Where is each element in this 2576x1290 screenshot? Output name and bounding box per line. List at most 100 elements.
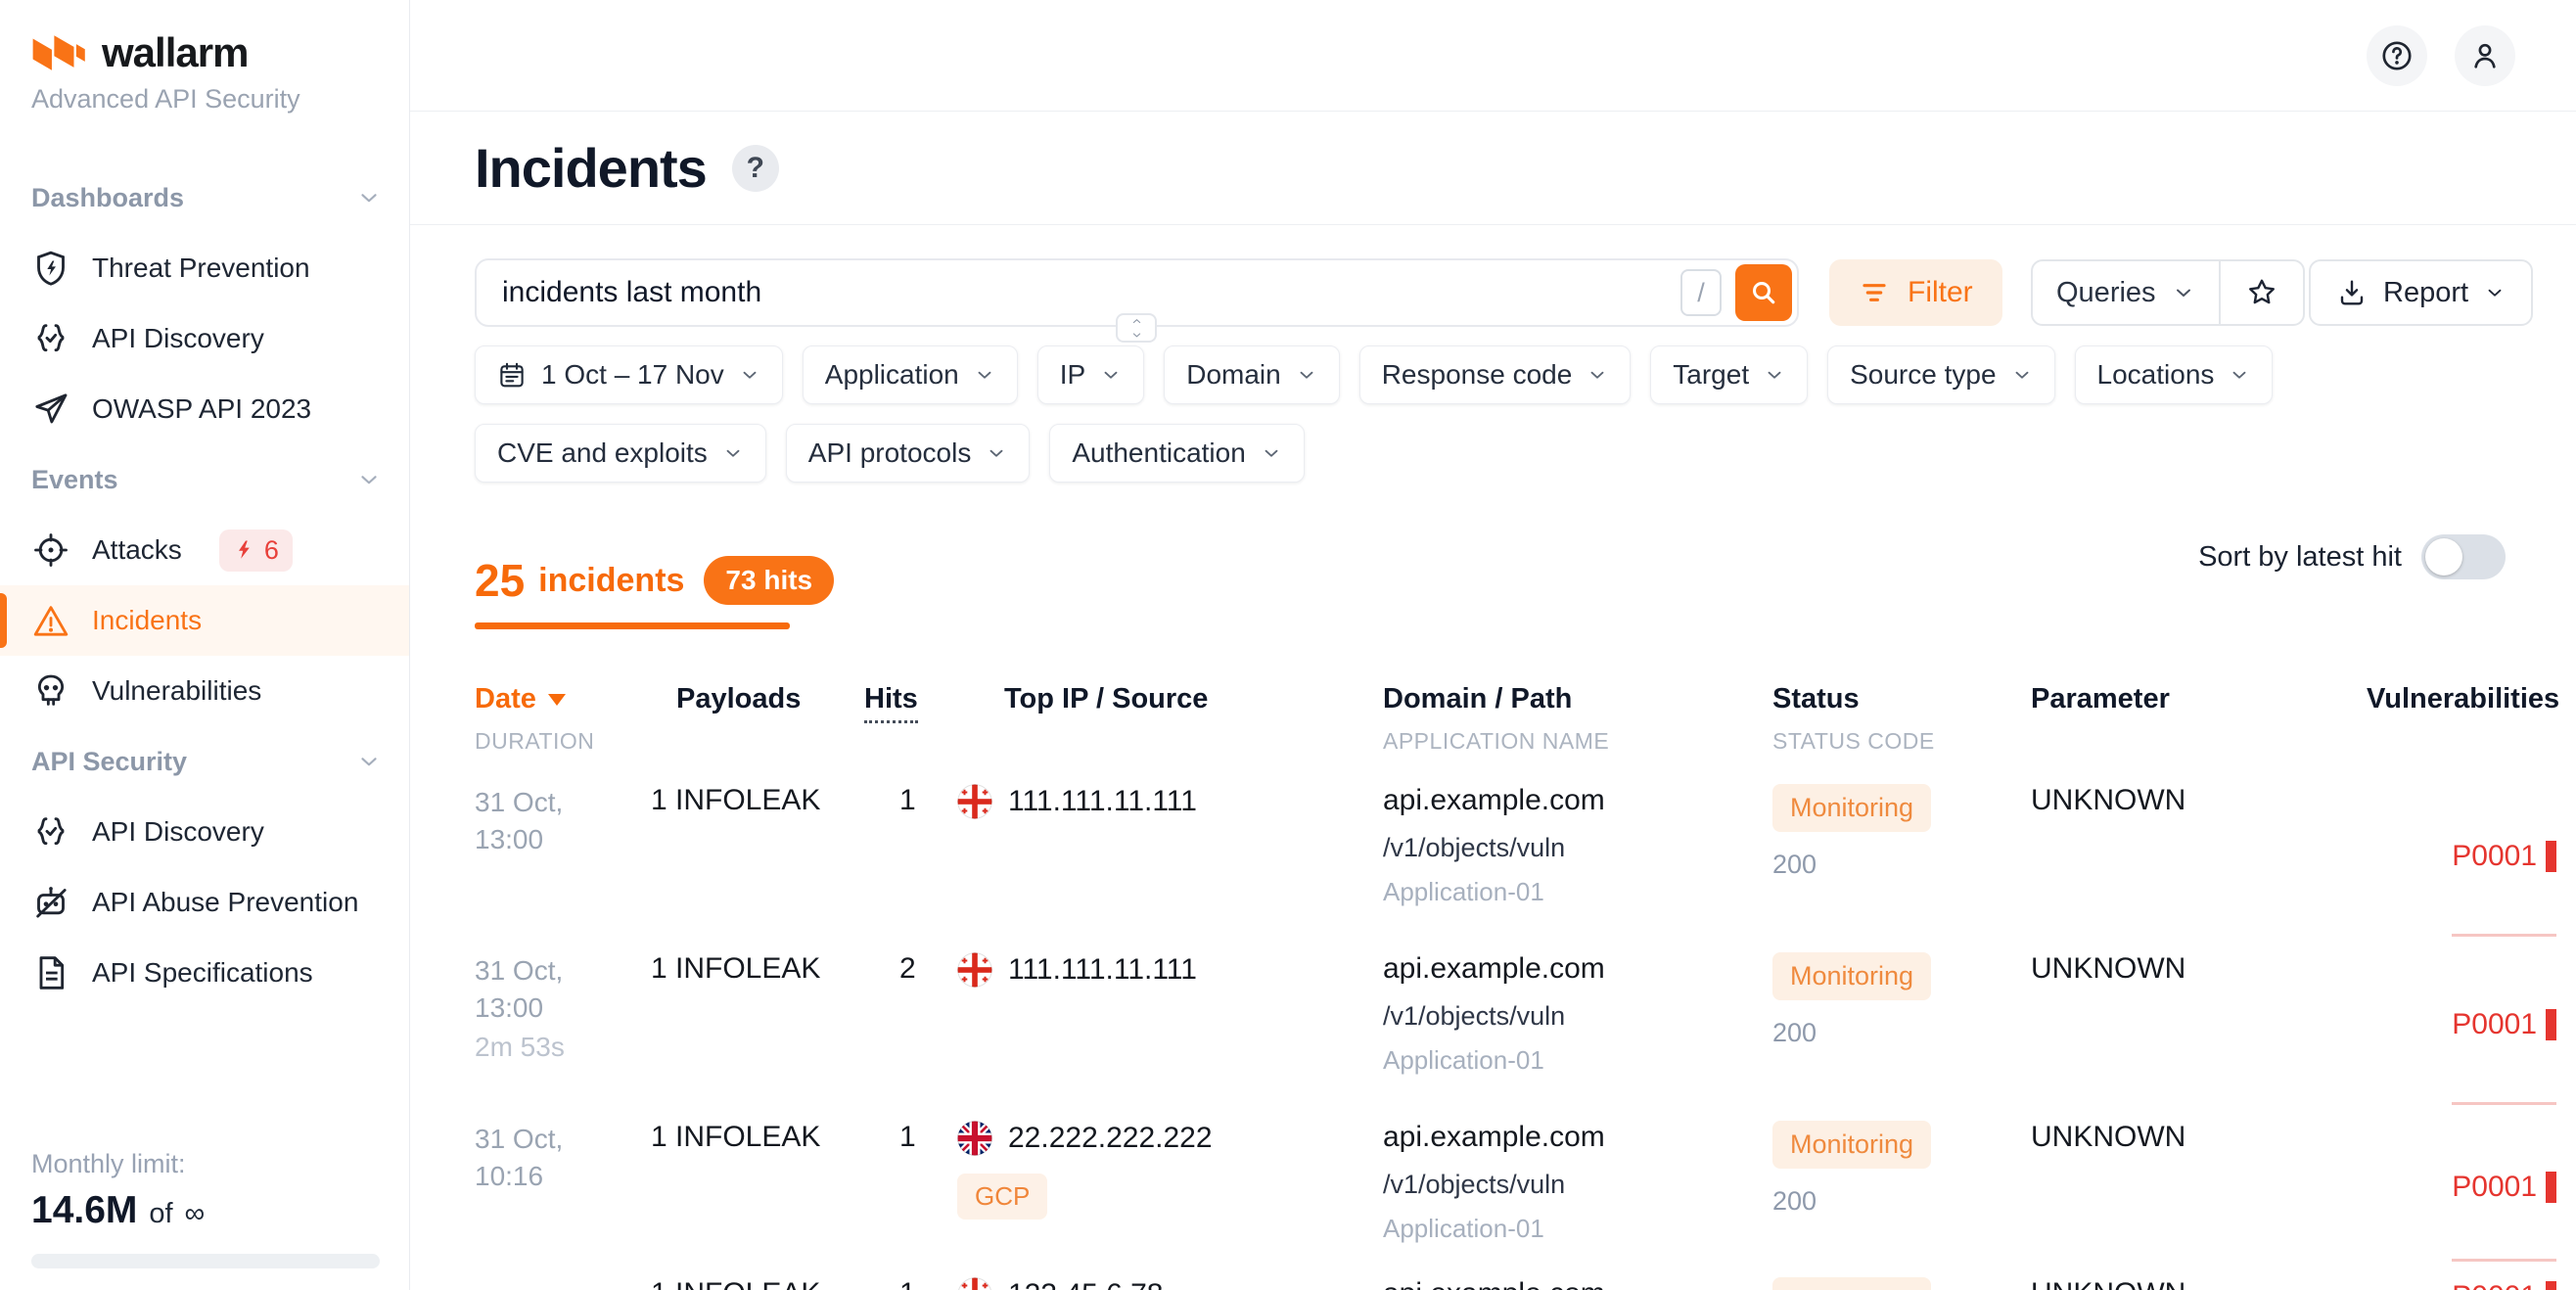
application-name: Application-01	[1383, 877, 1772, 907]
column-subheader-duration: DURATION	[475, 728, 651, 755]
uk-flag-icon	[957, 1121, 992, 1156]
column-header-status: Status	[1772, 683, 2031, 715]
help-button[interactable]	[2367, 25, 2427, 86]
vulnerability-link[interactable]: P0001	[2452, 784, 2556, 937]
status-badge: Monitoring	[1772, 1277, 1931, 1290]
filter-chip-label: Response code	[1382, 359, 1573, 391]
cell-top-ip: 22.222.222.222 GCP	[957, 1105, 1383, 1262]
chevron-down-icon	[1261, 442, 1282, 464]
bot-blocked-icon	[31, 883, 70, 922]
cell-vulnerabilities: P0001	[2367, 768, 2576, 937]
sort-desc-icon	[548, 694, 566, 706]
question-circle-icon	[2379, 38, 2415, 73]
filter-button[interactable]: Filter	[1829, 259, 2002, 326]
filter-chips-row-1: 1 Oct – 17 Nov Application IP Domain Res…	[475, 346, 2273, 404]
page-help-icon[interactable]: ?	[732, 145, 779, 192]
cell-parameter: UNKNOWN	[2031, 937, 2367, 1105]
sort-control: Sort by latest hit	[2198, 534, 2506, 579]
sidebar-item-api-discovery-2[interactable]: API Discovery	[0, 797, 409, 867]
filter-chip-cve-and-exploits[interactable]: CVE and exploits	[475, 424, 766, 483]
incident-count-label: incidents	[538, 562, 684, 600]
domain: api.example.com	[1383, 1121, 1772, 1154]
filter-chip-label: Domain	[1186, 359, 1280, 391]
time: 13:00	[475, 821, 651, 858]
queries-dropdown[interactable]: Queries	[2033, 261, 2219, 324]
filter-chip-ip[interactable]: IP	[1037, 346, 1144, 404]
chevron-down-icon	[1764, 364, 1785, 386]
section-header-api-security[interactable]: API Security	[0, 726, 409, 797]
cell-parameter: UNKNOWN	[2031, 1105, 2367, 1262]
filter-chip-label: Authentication	[1072, 438, 1245, 469]
filter-chip-locations[interactable]: Locations	[2075, 346, 2274, 404]
vulnerability-link[interactable]: P0001	[2452, 1121, 2556, 1262]
chevron-down-icon	[1129, 329, 1144, 342]
search-input[interactable]	[477, 276, 1680, 309]
chevron-down-icon	[2172, 281, 2195, 304]
filter-chip-authentication[interactable]: Authentication	[1049, 424, 1304, 483]
column-header-hits[interactable]: Hits	[864, 683, 957, 755]
results-summary-tab[interactable]: 25 incidents 73 hits	[475, 554, 834, 607]
status-code: 200	[1772, 1018, 2031, 1048]
sidebar-item-threat-prevention[interactable]: Threat Prevention	[0, 233, 409, 303]
filter-chip-api-protocols[interactable]: API protocols	[786, 424, 1031, 483]
sidebar-item-api-discovery[interactable]: API Discovery	[0, 303, 409, 374]
search-expand-handle[interactable]	[1116, 313, 1157, 343]
cell-hits: 1	[864, 1262, 957, 1290]
sidebar-item-label: API Specifications	[92, 957, 313, 989]
star-icon	[2245, 276, 2278, 309]
sidebar-item-api-abuse-prevention[interactable]: API Abuse Prevention	[0, 867, 409, 938]
status-badge: Monitoring	[1772, 1121, 1931, 1169]
paper-plane-icon	[31, 390, 70, 429]
sidebar-item-attacks[interactable]: Attacks 6	[0, 515, 409, 585]
sidebar-item-label: Attacks	[92, 534, 182, 566]
filter-chip-date-range[interactable]: 1 Oct – 17 Nov	[475, 346, 783, 404]
search-button[interactable]	[1735, 264, 1792, 321]
sort-by-latest-hit-toggle[interactable]	[2421, 534, 2506, 579]
chevron-down-icon	[356, 749, 382, 774]
vulnerability-link[interactable]: P0001	[2452, 1277, 2556, 1290]
vulnerability-link[interactable]: P0001	[2452, 952, 2556, 1105]
status-code: 200	[1772, 850, 2031, 880]
column-header-date[interactable]: Date	[475, 683, 651, 715]
report-button[interactable]: Report	[2309, 259, 2533, 326]
cell-status: Monitoring 200	[1772, 1105, 2031, 1262]
active-indicator	[0, 593, 7, 648]
sidebar-item-incidents[interactable]: Incidents	[0, 585, 409, 656]
filter-chip-application[interactable]: Application	[803, 346, 1018, 404]
section-label: Events	[31, 465, 118, 495]
cloud-provider-tag: GCP	[957, 1174, 1047, 1220]
filter-chip-domain[interactable]: Domain	[1164, 346, 1339, 404]
filter-chip-response-code[interactable]: Response code	[1359, 346, 1632, 404]
sidebar-item-vulnerabilities[interactable]: Vulnerabilities	[0, 656, 409, 726]
date: 31 Oct,	[475, 1121, 651, 1158]
cell-status: Monitoring 200	[1772, 937, 2031, 1105]
attacks-count: 6	[264, 535, 279, 566]
filter-chip-label: 1 Oct – 17 Nov	[541, 359, 724, 391]
cell-payloads: 1 INFOLEAK	[651, 768, 864, 937]
sidebar-item-owasp-api-2023[interactable]: OWASP API 2023	[0, 374, 409, 444]
sidebar-item-label: OWASP API 2023	[92, 393, 311, 425]
application-name: Application-01	[1383, 1045, 1772, 1076]
filter-chip-label: API protocols	[808, 438, 972, 469]
column-header-vulnerabilities: Vulnerabilities	[2367, 683, 2576, 755]
status-badge: Monitoring	[1772, 784, 1931, 832]
cell-hits: 1	[864, 1105, 957, 1262]
sort-label: Sort by latest hit	[2198, 541, 2402, 574]
section-header-dashboards[interactable]: Dashboards	[0, 162, 409, 233]
application-name: Application-01	[1383, 1214, 1772, 1244]
queries-label: Queries	[2056, 277, 2156, 309]
filter-chip-source-type[interactable]: Source type	[1827, 346, 2054, 404]
favorite-query-button[interactable]	[2219, 261, 2303, 324]
sidebar-item-api-specifications[interactable]: API Specifications	[0, 938, 409, 1008]
ip-address: 111.111.11.111	[1008, 953, 1197, 987]
cell-top-ip: 123.45.6.78	[957, 1262, 1383, 1290]
user-menu-button[interactable]	[2455, 25, 2515, 86]
ip-address: 123.45.6.78	[1008, 1278, 1163, 1290]
section-header-events[interactable]: Events	[0, 444, 409, 515]
column-header-payloads: Payloads	[651, 683, 864, 755]
filter-chip-target[interactable]: Target	[1650, 346, 1808, 404]
column-label: Hits	[864, 683, 918, 723]
download-icon	[2336, 277, 2368, 308]
date: 31 Oct,	[475, 952, 651, 990]
toggle-knob	[2425, 538, 2462, 576]
